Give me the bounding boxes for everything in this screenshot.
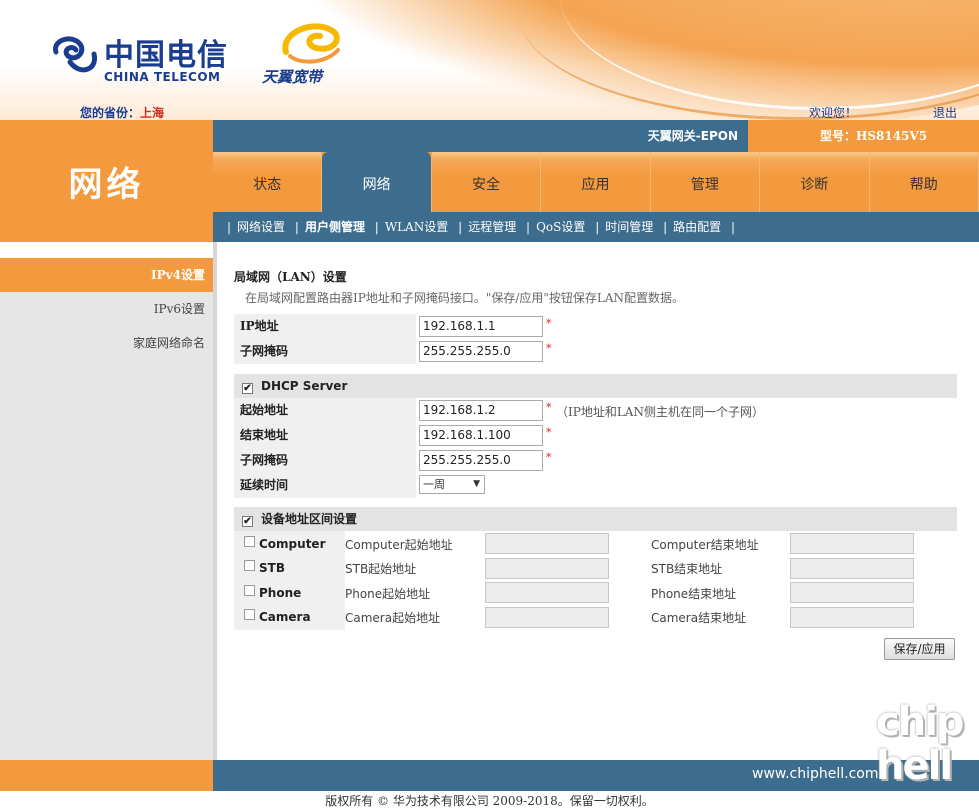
device-name-camera: Camera bbox=[259, 610, 311, 624]
main-nav: 状态 网络 安全 应用 管理 诊断 帮助 bbox=[213, 152, 979, 212]
dropdown-arrow-icon: ▼ bbox=[473, 479, 480, 489]
dhcp-end-label: 结束地址 bbox=[240, 428, 289, 442]
tab-network[interactable]: 网络 bbox=[322, 152, 432, 212]
subnav-time-management[interactable]: 时间管理 bbox=[605, 220, 653, 234]
lan-section-description: 在局域网配置路由器IP地址和子网掩码接口。"保存/应用"按钮保存LAN配置数据。 bbox=[245, 291, 685, 305]
required-mark: * bbox=[546, 426, 552, 439]
lease-time-label: 延续时间 bbox=[240, 478, 289, 492]
required-mark: * bbox=[546, 401, 552, 414]
dhcp-server-label: DHCP Server bbox=[261, 379, 348, 393]
watermark-logo-top: chip bbox=[876, 699, 965, 745]
phone-checkbox[interactable] bbox=[244, 585, 255, 596]
subnav-wlan-settings[interactable]: WLAN设置 bbox=[385, 220, 448, 234]
lease-time-select[interactable]: 一周 ▼ bbox=[419, 475, 485, 494]
subnav-route-config[interactable]: 路由配置 bbox=[673, 220, 721, 234]
phone-end-label: Phone结束地址 bbox=[651, 587, 737, 601]
lan-section-title: 局域网（LAN）设置 bbox=[234, 270, 347, 284]
header-banner: 中国电信 CHINA TELECOM 天翼宽带 您的省份：上海 欢迎您！ 退出 bbox=[0, 0, 979, 120]
sidebar-item-ipv4[interactable]: IPv4设置 bbox=[0, 258, 213, 292]
device-name-phone: Phone bbox=[259, 586, 302, 600]
sidebar-item-home-network-name[interactable]: 家庭网络命名 bbox=[0, 326, 213, 360]
save-apply-button[interactable]: 保存/应用 bbox=[884, 638, 955, 660]
tianyi-swirl-icon bbox=[282, 23, 340, 64]
left-sidebar: IPv4设置 IPv6设置 家庭网络命名 bbox=[0, 242, 213, 760]
dhcp-server-header: ✔ DHCP Server bbox=[234, 374, 957, 398]
camera-end-label: Camera结束地址 bbox=[651, 611, 747, 625]
tab-application[interactable]: 应用 bbox=[541, 152, 651, 212]
computer-end-label: Computer结束地址 bbox=[651, 538, 759, 552]
sidebar-item-ipv6[interactable]: IPv6设置 bbox=[0, 292, 213, 326]
dhcp-mask-label: 子网掩码 bbox=[240, 453, 289, 467]
tab-status[interactable]: 状态 bbox=[213, 152, 323, 212]
phone-end-input[interactable] bbox=[790, 582, 914, 603]
copyright-text: 版权所有 © 华为技术有限公司 2009-2018。保留一切权利。 bbox=[0, 791, 979, 811]
device-range-checkbox[interactable]: ✔ bbox=[242, 516, 253, 527]
stb-checkbox[interactable] bbox=[244, 560, 255, 571]
camera-end-input[interactable] bbox=[790, 607, 914, 628]
watermark-logo: chip hell bbox=[876, 700, 970, 800]
province-value: 上海 bbox=[140, 106, 165, 120]
device-name-stb: STB bbox=[259, 561, 285, 575]
computer-start-input[interactable] bbox=[485, 533, 609, 554]
subnav-qos-settings[interactable]: QoS设置 bbox=[536, 220, 585, 234]
province-label: 您的省份： bbox=[80, 106, 141, 120]
lease-time-value: 一周 bbox=[423, 478, 445, 491]
subnav-remote-management[interactable]: 远程管理 bbox=[468, 220, 516, 234]
required-mark: * bbox=[546, 342, 552, 355]
computer-end-input[interactable] bbox=[790, 533, 914, 554]
subnav-network-settings[interactable]: 网络设置 bbox=[237, 220, 285, 234]
watermark-url: www.chiphell.com bbox=[752, 766, 879, 782]
watermark-logo-bottom: hell bbox=[876, 743, 953, 789]
dhcp-start-label: 起始地址 bbox=[240, 403, 289, 417]
dhcp-end-input[interactable]: 192.168.1.100 bbox=[419, 425, 543, 446]
china-telecom-name-en: CHINA TELECOM bbox=[104, 70, 221, 84]
phone-start-input[interactable] bbox=[485, 582, 609, 603]
device-model: 型号：HS8145V5 bbox=[748, 120, 979, 152]
china-telecom-mark-icon bbox=[53, 36, 98, 73]
tab-management[interactable]: 管理 bbox=[650, 152, 761, 212]
dhcp-server-checkbox[interactable]: ✔ bbox=[242, 383, 253, 394]
stb-end-input[interactable] bbox=[790, 558, 914, 579]
china-telecom-name: 中国电信 bbox=[104, 38, 228, 73]
computer-checkbox[interactable] bbox=[244, 536, 255, 547]
province-info: 您的省份：上海 bbox=[80, 104, 164, 120]
camera-start-label: Camera起始地址 bbox=[345, 611, 441, 625]
tab-help[interactable]: 帮助 bbox=[869, 152, 979, 212]
stb-start-input[interactable] bbox=[485, 558, 609, 579]
dhcp-mask-input[interactable]: 255.255.255.0 bbox=[419, 450, 543, 471]
subnet-mask-label: 子网掩码 bbox=[240, 344, 289, 358]
subnav-user-side-management[interactable]: 用户侧管理 bbox=[305, 220, 365, 234]
sub-nav: | 网络设置 | 用户侧管理 | WLAN设置 | 远程管理 | QoS设置 | 时间管理 … bbox=[213, 212, 979, 242]
footer-bar-left bbox=[0, 760, 213, 791]
china-telecom-logo: 中国电信 CHINA TELECOM bbox=[50, 28, 230, 88]
subnet-mask-input[interactable]: 255.255.255.0 bbox=[419, 341, 543, 362]
dhcp-start-input[interactable]: 192.168.1.2 bbox=[419, 400, 543, 421]
logout-link[interactable]: 退出 bbox=[933, 104, 957, 120]
tianyi-name: 天翼宽带 bbox=[262, 68, 323, 86]
dhcp-start-hint: （IP地址和LAN侧主机在同一个子网） bbox=[556, 405, 764, 419]
stb-end-label: STB结束地址 bbox=[651, 562, 723, 576]
camera-checkbox[interactable] bbox=[244, 609, 255, 620]
device-range-label: 设备地址区间设置 bbox=[261, 512, 358, 526]
ip-address-label: IP地址 bbox=[240, 319, 279, 333]
page-section-title: 网络 bbox=[68, 164, 145, 205]
welcome-text: 欢迎您！ bbox=[809, 106, 858, 120]
camera-start-input[interactable] bbox=[485, 607, 609, 628]
tab-security[interactable]: 安全 bbox=[431, 152, 542, 212]
ip-address-input[interactable]: 192.168.1.1 bbox=[419, 316, 543, 337]
device-name-computer: Computer bbox=[259, 537, 326, 551]
required-mark: * bbox=[546, 451, 552, 464]
computer-start-label: Computer起始地址 bbox=[345, 538, 453, 552]
stb-start-label: STB起始地址 bbox=[345, 562, 417, 576]
tab-diagnosis[interactable]: 诊断 bbox=[760, 152, 870, 212]
phone-start-label: Phone起始地址 bbox=[345, 587, 431, 601]
tianyi-broadband-logo: 天翼宽带 bbox=[262, 22, 352, 88]
required-mark: * bbox=[546, 317, 552, 330]
device-range-header: ✔ 设备地址区间设置 bbox=[234, 507, 957, 531]
gateway-name: 天翼网关-EPON bbox=[647, 129, 738, 143]
